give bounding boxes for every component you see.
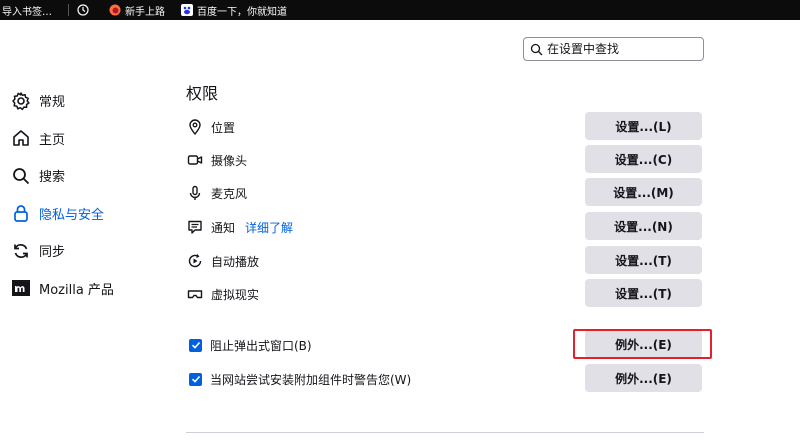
mozilla-icon <box>10 277 32 299</box>
section-title-permissions: 权限 <box>186 84 219 103</box>
permission-row-notifications: 通知 详细了解 设置...(N) <box>186 212 702 242</box>
gear-icon <box>10 90 32 112</box>
sidebar-item-label: 同步 <box>39 245 66 261</box>
checkmark-icon <box>191 375 200 383</box>
sidebar-item-label: Mozilla 产品 <box>39 282 114 298</box>
section-divider <box>186 432 704 433</box>
learn-more-link[interactable]: 详细了解 <box>245 219 293 236</box>
checkbox-row-addon-warning: 当网站尝试安装附加组件时警告您(W) 例外...(E) <box>186 364 702 394</box>
sidebar-item-mozilla[interactable]: Mozilla 产品 <box>10 270 160 308</box>
notification-icon <box>186 218 204 236</box>
sidebar-item-label: 主页 <box>39 132 66 148</box>
microphone-settings-button[interactable]: 设置...(M) <box>585 178 702 206</box>
history-clock-icon <box>77 4 89 16</box>
sidebar-item-label: 常规 <box>39 95 66 111</box>
sidebar-item-privacy[interactable]: 隐私与安全 <box>10 195 160 233</box>
bookmark-baidu[interactable]: 百度一下，你就知道 <box>181 3 287 18</box>
firefox-icon <box>109 4 121 16</box>
permission-label: 自动播放 <box>211 254 260 269</box>
sidebar-item-search[interactable]: 搜索 <box>10 157 160 195</box>
sidebar-item-general[interactable]: 常规 <box>10 82 160 120</box>
popup-exceptions-button[interactable]: 例外...(E) <box>585 330 702 358</box>
bookmark-getting-started-label: 新手上路 <box>125 6 165 18</box>
addon-warning-checkbox[interactable] <box>189 372 202 386</box>
bookmark-history[interactable] <box>77 4 93 16</box>
camera-icon <box>186 151 204 169</box>
search-icon <box>530 43 543 55</box>
notifications-settings-button[interactable]: 设置...(N) <box>585 212 702 240</box>
camera-settings-button[interactable]: 设置...(C) <box>585 145 702 173</box>
permission-label: 麦克风 <box>211 186 248 201</box>
bookmark-import[interactable]: 导入书签… <box>2 3 52 18</box>
permission-row-microphone: 麦克风 设置...(M) <box>186 178 702 208</box>
permission-label: 摄像头 <box>211 153 248 168</box>
sidebar-item-home[interactable]: 主页 <box>10 120 160 158</box>
bookmark-separator <box>68 4 69 16</box>
checkbox-label[interactable]: 当网站尝试安装附加组件时警告您(W) <box>210 371 411 388</box>
bookmark-baidu-label: 百度一下，你就知道 <box>197 6 287 18</box>
location-settings-button[interactable]: 设置...(L) <box>585 112 702 140</box>
addon-exceptions-button[interactable]: 例外...(E) <box>585 364 702 392</box>
vr-settings-button[interactable]: 设置...(T) <box>585 279 702 307</box>
bookmark-getting-started[interactable]: 新手上路 <box>109 3 165 18</box>
checkbox-row-block-popups: 阻止弹出式窗口(B) 例外...(E) <box>186 330 702 360</box>
autoplay-settings-button[interactable]: 设置...(T) <box>585 246 702 274</box>
autoplay-icon <box>186 252 204 270</box>
bookmark-import-label: 导入书签… <box>2 6 52 18</box>
settings-search-box[interactable] <box>523 37 704 61</box>
permission-label: 位置 <box>211 120 236 135</box>
checkbox-label[interactable]: 阻止弹出式窗口(B) <box>210 337 312 354</box>
checkmark-icon <box>191 341 200 349</box>
sync-icon <box>10 240 32 262</box>
bookmarks-toolbar: 导入书签… 新手上路 百度一下，你就知道 <box>0 0 800 20</box>
sidebar-item-sync[interactable]: 同步 <box>10 232 160 270</box>
permission-label: 通知 <box>211 220 236 235</box>
search-icon <box>10 165 32 187</box>
permission-row-autoplay: 自动播放 设置...(T) <box>186 246 702 276</box>
block-popups-checkbox[interactable] <box>189 338 202 352</box>
location-icon <box>186 118 204 136</box>
sidebar-item-label: 隐私与安全 <box>39 207 105 223</box>
permission-row-vr: 虚拟现实 设置...(T) <box>186 279 702 309</box>
permission-row-camera: 摄像头 设置...(C) <box>186 145 702 175</box>
vr-icon <box>186 285 204 303</box>
sidebar: 常规 主页 搜索 隐私与安全 同步 Mozilla 产品 <box>10 82 160 307</box>
home-icon <box>10 127 32 149</box>
sidebar-item-label: 搜索 <box>39 170 66 186</box>
baidu-icon <box>181 4 193 16</box>
search-input[interactable] <box>547 42 697 56</box>
microphone-icon <box>186 184 204 202</box>
permission-label: 虚拟现实 <box>211 287 260 302</box>
permission-row-location: 位置 设置...(L) <box>186 112 702 142</box>
lock-icon <box>10 202 32 224</box>
